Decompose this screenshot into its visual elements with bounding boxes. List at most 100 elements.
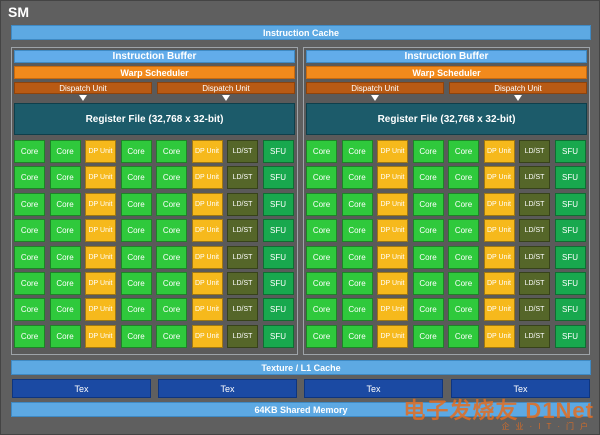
core-unit: Core xyxy=(412,271,444,295)
dp-unit: DP Unit xyxy=(483,219,515,243)
watermark-logo: 电子发烧友 D1Net 企业·IT·门户 xyxy=(403,398,594,432)
dp-unit: DP Unit xyxy=(377,245,408,269)
core-unit: Core xyxy=(306,298,337,322)
instruction-buffer: Instruction Buffer xyxy=(14,50,295,63)
core-unit: Core xyxy=(412,219,444,243)
dp-unit: DP Unit xyxy=(191,140,223,163)
dp-unit: DP Unit xyxy=(377,324,408,348)
dp-unit: DP Unit xyxy=(85,140,116,163)
core-unit: Core xyxy=(448,324,479,348)
ldst-unit: LD/ST xyxy=(519,271,550,295)
core-unit: Core xyxy=(156,140,187,163)
core-unit: Core xyxy=(156,192,187,216)
sm-half-right: Instruction Buffer Warp Scheduler Dispat… xyxy=(303,47,590,355)
dispatch-unit: Dispatch Unit xyxy=(449,82,587,94)
sfu-unit: SFU xyxy=(554,298,586,322)
core-unit: Core xyxy=(156,298,187,322)
core-unit: Core xyxy=(341,192,373,216)
core-unit: Core xyxy=(306,271,337,295)
watermark-brand: 电子发烧友 D1Net xyxy=(403,398,594,423)
core-unit: Core xyxy=(306,324,337,348)
sfu-unit: SFU xyxy=(262,324,294,348)
dp-unit: DP Unit xyxy=(377,192,408,216)
sfu-unit: SFU xyxy=(262,245,294,269)
sfu-unit: SFU xyxy=(554,271,586,295)
dp-unit: DP Unit xyxy=(191,324,223,348)
core-unit: Core xyxy=(120,298,152,322)
core-unit: Core xyxy=(448,219,479,243)
core-unit: Core xyxy=(156,166,187,190)
core-unit: Core xyxy=(448,245,479,269)
core-unit: Core xyxy=(49,271,81,295)
sfu-unit: SFU xyxy=(262,219,294,243)
dp-unit: DP Unit xyxy=(483,140,515,163)
core-unit: Core xyxy=(412,298,444,322)
core-unit: Core xyxy=(120,324,152,348)
core-unit: Core xyxy=(341,298,373,322)
sm-title: SM xyxy=(8,4,29,20)
core-unit: Core xyxy=(156,245,187,269)
core-unit: Core xyxy=(156,324,187,348)
core-unit: Core xyxy=(341,271,373,295)
core-unit: Core xyxy=(448,271,479,295)
ldst-unit: LD/ST xyxy=(227,219,258,243)
core-unit: Core xyxy=(448,192,479,216)
dp-unit: DP Unit xyxy=(377,140,408,163)
core-unit: Core xyxy=(448,298,479,322)
down-arrow-icon xyxy=(514,95,522,101)
core-unit: Core xyxy=(120,271,152,295)
dispatch-unit: Dispatch Unit xyxy=(14,82,152,94)
sfu-unit: SFU xyxy=(554,324,586,348)
ldst-unit: LD/ST xyxy=(519,140,550,163)
dp-unit: DP Unit xyxy=(191,271,223,295)
core-unit: Core xyxy=(412,166,444,190)
dp-unit: DP Unit xyxy=(377,219,408,243)
sfu-unit: SFU xyxy=(262,271,294,295)
dp-unit: DP Unit xyxy=(191,298,223,322)
sfu-unit: SFU xyxy=(262,140,294,163)
dp-unit: DP Unit xyxy=(483,271,515,295)
sfu-unit: SFU xyxy=(554,166,586,190)
dp-unit: DP Unit xyxy=(483,192,515,216)
core-unit: Core xyxy=(412,245,444,269)
instruction-buffer: Instruction Buffer xyxy=(306,50,587,63)
core-unit: Core xyxy=(448,140,479,163)
dispatch-unit: Dispatch Unit xyxy=(157,82,295,94)
core-unit: Core xyxy=(14,192,45,216)
sfu-unit: SFU xyxy=(262,298,294,322)
core-unit: Core xyxy=(49,166,81,190)
core-unit: Core xyxy=(120,245,152,269)
dp-unit: DP Unit xyxy=(191,166,223,190)
core-unit: Core xyxy=(14,324,45,348)
dp-unit: DP Unit xyxy=(191,192,223,216)
core-unit: Core xyxy=(306,245,337,269)
core-unit: Core xyxy=(49,245,81,269)
dp-unit: DP Unit xyxy=(483,324,515,348)
down-arrow-icon xyxy=(79,95,87,101)
sfu-unit: SFU xyxy=(554,245,586,269)
warp-scheduler: Warp Scheduler xyxy=(306,66,587,79)
core-unit: Core xyxy=(14,166,45,190)
dp-unit: DP Unit xyxy=(85,245,116,269)
core-unit: Core xyxy=(306,166,337,190)
core-unit: Core xyxy=(412,192,444,216)
sfu-unit: SFU xyxy=(262,166,294,190)
core-unit: Core xyxy=(412,140,444,163)
core-unit: Core xyxy=(341,245,373,269)
down-arrow-icon xyxy=(371,95,379,101)
core-unit: Core xyxy=(49,219,81,243)
sm-frame: SM Instruction Cache Instruction Buffer … xyxy=(0,0,600,435)
core-unit: Core xyxy=(341,166,373,190)
core-unit: Core xyxy=(120,166,152,190)
sfu-unit: SFU xyxy=(262,192,294,216)
core-unit: Core xyxy=(14,219,45,243)
core-unit: Core xyxy=(14,245,45,269)
core-unit: Core xyxy=(14,140,45,163)
core-unit: Core xyxy=(341,140,373,163)
core-unit: Core xyxy=(49,140,81,163)
core-unit: Core xyxy=(14,271,45,295)
core-unit: Core xyxy=(448,166,479,190)
ldst-unit: LD/ST xyxy=(227,166,258,190)
instruction-cache: Instruction Cache xyxy=(11,25,591,40)
core-unit: Core xyxy=(120,192,152,216)
